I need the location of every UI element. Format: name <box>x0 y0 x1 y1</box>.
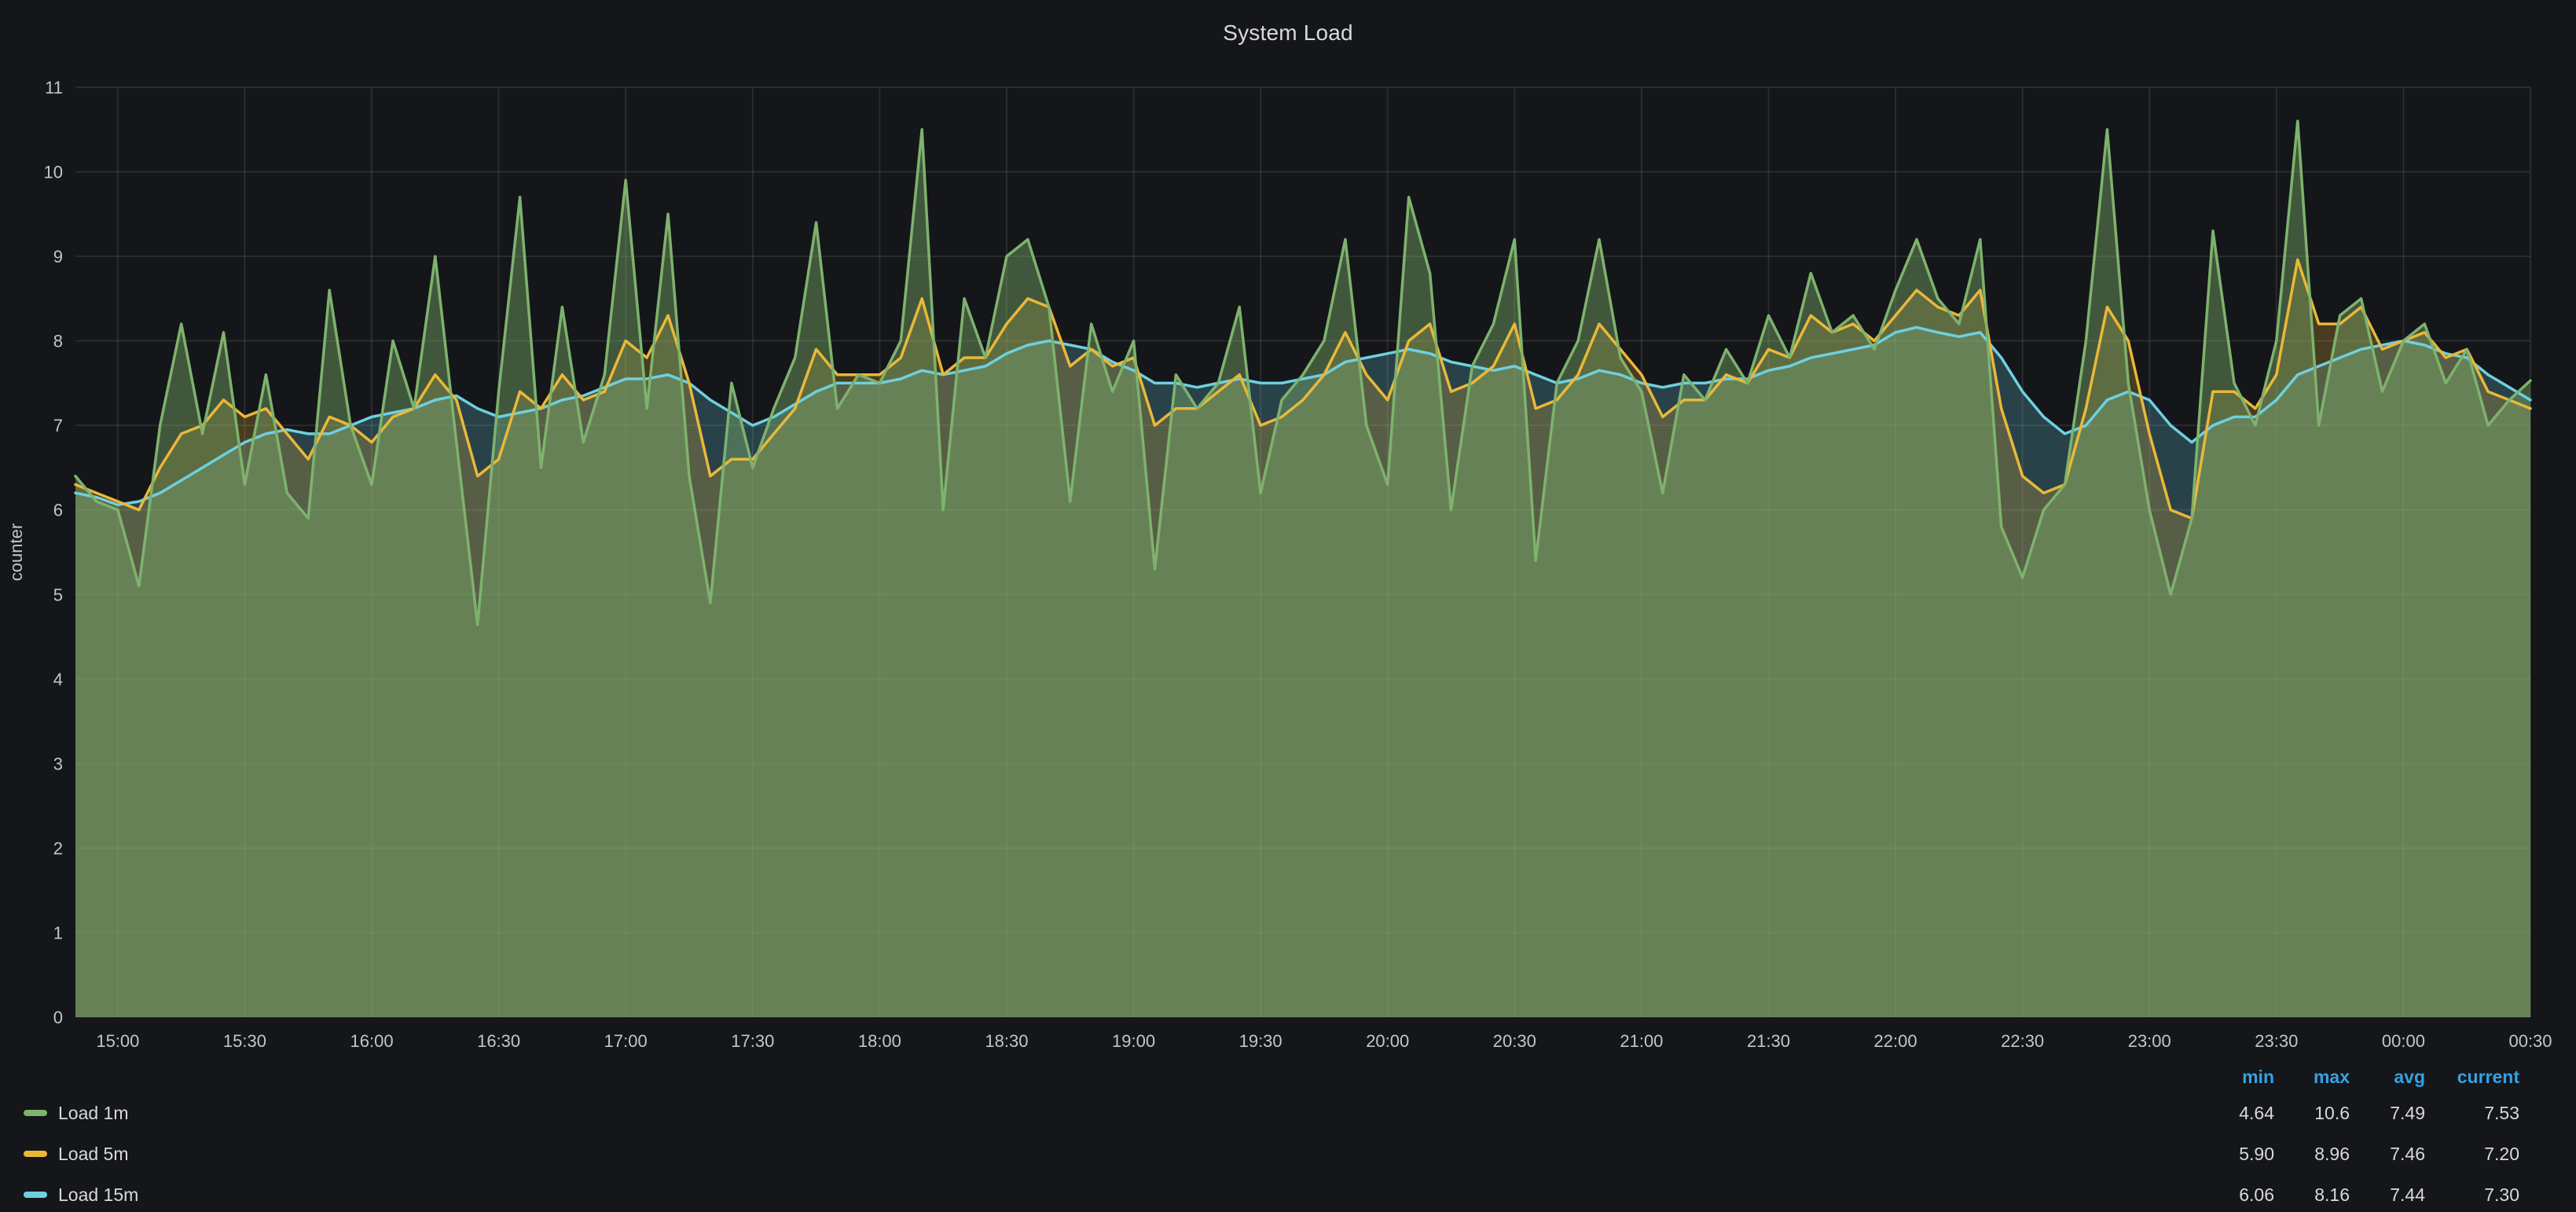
svg-text:18:30: 18:30 <box>985 1031 1028 1051</box>
stat-max: 8.16 <box>2274 1184 2350 1206</box>
stat-current: 7.20 <box>2425 1144 2519 1165</box>
svg-text:11: 11 <box>45 78 63 97</box>
svg-text:3: 3 <box>53 754 63 773</box>
legend-row-load-15m: Load 15m 6.06 8.16 7.44 7.30 <box>24 1174 2519 1212</box>
svg-text:16:00: 16:00 <box>350 1031 394 1051</box>
stat-current: 7.53 <box>2425 1103 2519 1124</box>
svg-text:0: 0 <box>53 1008 63 1027</box>
svg-text:23:30: 23:30 <box>2255 1031 2298 1051</box>
svg-text:5: 5 <box>53 585 63 604</box>
series-stats-load-1m: 4.64 10.6 7.49 7.53 <box>2199 1103 2519 1124</box>
series-label-load-15m: Load 15m <box>58 1184 138 1206</box>
stat-avg: 7.46 <box>2350 1144 2425 1165</box>
svg-text:17:00: 17:00 <box>604 1031 648 1051</box>
svg-text:22:00: 22:00 <box>1874 1031 1917 1051</box>
svg-text:4: 4 <box>53 670 63 689</box>
svg-text:21:00: 21:00 <box>1620 1031 1663 1051</box>
series-stats-load-15m: 6.06 8.16 7.44 7.30 <box>2199 1184 2519 1206</box>
grafana-panel: System Load 0123456789101115:0015:3016:0… <box>0 0 2576 1212</box>
series-color-swatch-load-15m <box>24 1192 47 1198</box>
svg-text:21:30: 21:30 <box>1747 1031 1790 1051</box>
legend-col-current[interactable]: current <box>2425 1067 2519 1088</box>
svg-text:15:30: 15:30 <box>223 1031 266 1051</box>
series-stats-load-5m: 5.90 8.96 7.46 7.20 <box>2199 1144 2519 1165</box>
stat-max: 10.6 <box>2274 1103 2350 1124</box>
series-color-swatch-load-1m <box>24 1110 47 1116</box>
legend-col-max[interactable]: max <box>2274 1067 2350 1088</box>
svg-text:counter: counter <box>6 523 26 581</box>
svg-text:19:30: 19:30 <box>1239 1031 1282 1051</box>
svg-text:9: 9 <box>53 247 63 266</box>
legend-col-min[interactable]: min <box>2199 1067 2274 1088</box>
svg-text:19:00: 19:00 <box>1112 1031 1155 1051</box>
svg-text:00:00: 00:00 <box>2382 1031 2425 1051</box>
series-color-swatch-load-5m <box>24 1151 47 1157</box>
svg-text:1: 1 <box>53 923 63 942</box>
stat-current: 7.30 <box>2425 1184 2519 1206</box>
svg-text:2: 2 <box>53 839 63 858</box>
svg-text:16:30: 16:30 <box>477 1031 520 1051</box>
svg-text:15:00: 15:00 <box>96 1031 139 1051</box>
legend-header-columns: min max avg current <box>2199 1067 2519 1088</box>
legend-table: min max avg current Load 1m 4.64 10.6 7.… <box>24 1061 2519 1212</box>
series-toggle-load-15m[interactable]: Load 15m <box>24 1184 138 1206</box>
legend-row-load-5m: Load 5m 5.90 8.96 7.46 7.20 <box>24 1133 2519 1174</box>
svg-text:23:00: 23:00 <box>2128 1031 2171 1051</box>
svg-text:6: 6 <box>53 501 63 520</box>
legend-col-avg[interactable]: avg <box>2350 1067 2425 1088</box>
legend-header-row: min max avg current <box>24 1061 2519 1093</box>
svg-text:7: 7 <box>53 416 63 435</box>
svg-text:17:30: 17:30 <box>731 1031 774 1051</box>
svg-text:10: 10 <box>44 163 63 182</box>
series-label-load-1m: Load 1m <box>58 1103 129 1124</box>
stat-min: 4.64 <box>2199 1103 2274 1124</box>
svg-text:18:00: 18:00 <box>858 1031 901 1051</box>
series-toggle-load-1m[interactable]: Load 1m <box>24 1103 129 1124</box>
svg-text:22:30: 22:30 <box>2001 1031 2044 1051</box>
legend-row-load-1m: Load 1m 4.64 10.6 7.49 7.53 <box>24 1093 2519 1133</box>
svg-text:20:00: 20:00 <box>1366 1031 1409 1051</box>
series-label-load-5m: Load 5m <box>58 1144 129 1165</box>
stat-avg: 7.49 <box>2350 1103 2425 1124</box>
svg-text:8: 8 <box>53 332 63 351</box>
stat-min: 6.06 <box>2199 1184 2274 1206</box>
stat-min: 5.90 <box>2199 1144 2274 1165</box>
system-load-graph[interactable]: 0 1 2 3 4 5 6 7 8 9 10 11 15:00 15:30 16:00 16:30 17:00 1… <box>0 0 2576 1060</box>
svg-text:20:30: 20:30 <box>1493 1031 1536 1051</box>
stat-max: 8.96 <box>2274 1144 2350 1165</box>
svg-text:00:30: 00:30 <box>2508 1031 2552 1051</box>
series-toggle-load-5m[interactable]: Load 5m <box>24 1144 129 1165</box>
stat-avg: 7.44 <box>2350 1184 2425 1206</box>
